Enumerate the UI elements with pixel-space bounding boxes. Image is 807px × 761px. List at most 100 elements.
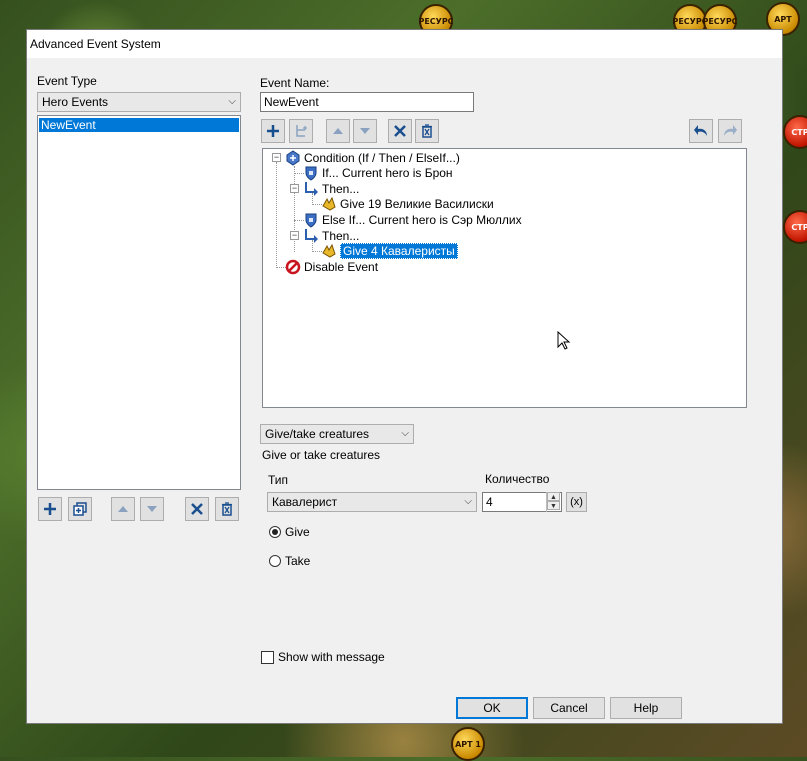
marker-label: РЕСУРС bbox=[418, 16, 454, 26]
radio-dot bbox=[269, 526, 281, 538]
help-label: Help bbox=[633, 701, 659, 715]
take-radio[interactable]: Take bbox=[269, 554, 310, 568]
action-type-select[interactable]: Give/take creatures ⌵ bbox=[260, 424, 414, 444]
tree-node-condition[interactable]: Condition (If / Then / ElseIf...) bbox=[285, 150, 460, 166]
arrow-up-icon bbox=[333, 128, 343, 134]
add-event-button[interactable] bbox=[38, 497, 62, 521]
radio-dot bbox=[269, 555, 281, 567]
checkbox-box bbox=[261, 650, 274, 664]
creature-icon bbox=[321, 196, 337, 212]
node-label: Else If... Current hero is Сэр Мюллих bbox=[322, 213, 522, 227]
tree-guide bbox=[276, 162, 277, 268]
cancel-button[interactable]: Cancel bbox=[533, 697, 605, 719]
action-up-button[interactable] bbox=[326, 119, 350, 143]
advanced-event-dialog: Advanced Event System Event Type Hero Ev… bbox=[26, 29, 783, 724]
plus-icon bbox=[267, 125, 279, 137]
dialog-title: Advanced Event System bbox=[30, 37, 161, 51]
node-label: Then... bbox=[322, 182, 360, 196]
event-type-select[interactable]: Hero Events ⌵ bbox=[37, 92, 241, 112]
checkbox-label: Show with message bbox=[278, 650, 385, 664]
tree-node-then[interactable]: Then... bbox=[303, 181, 359, 197]
list-item[interactable]: NewEvent bbox=[39, 118, 239, 132]
structure-marker: СТР bbox=[783, 210, 807, 244]
spin-up[interactable]: ▲ bbox=[547, 492, 560, 501]
tree-node-elseif[interactable]: Else If... Current hero is Сэр Мюллих bbox=[303, 212, 522, 228]
event-type-value: Hero Events bbox=[42, 95, 109, 109]
action-tree[interactable]: − − − Condition (If / Then / ElseIf...) … bbox=[262, 148, 747, 408]
radio-label: Give bbox=[285, 525, 310, 539]
node-label: Disable Event bbox=[304, 260, 379, 274]
node-label: Give 19 Великие Василиски bbox=[340, 197, 494, 211]
type-label: Тип bbox=[268, 473, 289, 487]
node-label: Then... bbox=[322, 229, 360, 243]
creature-icon bbox=[321, 243, 337, 259]
undo-button[interactable] bbox=[689, 119, 713, 143]
move-down-button[interactable] bbox=[140, 497, 164, 521]
node-label: Condition (If / Then / ElseIf...) bbox=[304, 151, 460, 165]
event-name-value: NewEvent bbox=[264, 95, 319, 109]
clear-events-button[interactable] bbox=[215, 497, 239, 521]
tree-node-then[interactable]: Then... bbox=[303, 228, 359, 244]
ok-button[interactable]: OK bbox=[456, 697, 528, 719]
creature-type-select[interactable]: Кавалерист ⌵ bbox=[267, 492, 477, 512]
close-icon bbox=[191, 503, 203, 515]
add-child-button[interactable] bbox=[289, 119, 313, 143]
radio-label: Take bbox=[285, 554, 311, 568]
action-down-button[interactable] bbox=[353, 119, 377, 143]
node-label: If... Current hero is Брон bbox=[322, 166, 453, 180]
give-radio[interactable]: Give bbox=[269, 525, 310, 539]
marker-label: АРТ bbox=[774, 14, 792, 24]
help-button[interactable]: Help bbox=[610, 697, 682, 719]
trash-icon bbox=[222, 502, 232, 516]
arrow-down-icon bbox=[147, 506, 157, 512]
collapse-toggle[interactable]: − bbox=[272, 153, 281, 162]
marker-label: АРТ 1 bbox=[455, 739, 481, 749]
expression-button[interactable]: (x) bbox=[566, 492, 587, 512]
event-name-input[interactable]: NewEvent bbox=[260, 92, 474, 112]
delete-action-button[interactable] bbox=[388, 119, 412, 143]
ok-label: OK bbox=[483, 701, 501, 715]
action-type-value: Give/take creatures bbox=[265, 427, 370, 441]
duplicate-event-button[interactable] bbox=[68, 497, 92, 521]
duplicate-icon bbox=[73, 502, 87, 516]
event-list[interactable]: NewEvent bbox=[37, 115, 241, 490]
delete-event-button[interactable] bbox=[185, 497, 209, 521]
chevron-down-icon: ⌵ bbox=[228, 96, 236, 107]
show-message-checkbox[interactable]: Show with message bbox=[261, 650, 385, 664]
event-type-label: Event Type bbox=[37, 74, 97, 88]
creature-type-value: Кавалерист bbox=[272, 495, 338, 509]
condition-icon bbox=[285, 150, 301, 166]
hero-shield-icon bbox=[303, 212, 319, 228]
marker-label: СТР bbox=[791, 222, 807, 232]
clear-actions-button[interactable] bbox=[415, 119, 439, 143]
quantity-value: 4 bbox=[486, 495, 493, 509]
add-action-button[interactable] bbox=[261, 119, 285, 143]
mouse-cursor-icon bbox=[557, 331, 571, 350]
move-up-button[interactable] bbox=[111, 497, 135, 521]
close-icon bbox=[394, 125, 406, 137]
tree-node-disable[interactable]: Disable Event bbox=[285, 259, 378, 275]
tree-node-give-selected[interactable]: Give 4 Кавалеристы bbox=[321, 243, 458, 259]
structure-marker: СТР bbox=[783, 115, 807, 149]
undo-icon bbox=[694, 125, 707, 136]
marker-label: РЕСУРС bbox=[702, 16, 738, 26]
tree-node-give[interactable]: Give 19 Великие Василиски bbox=[321, 196, 494, 212]
event-name-label: Event Name: bbox=[260, 76, 330, 90]
artifact-marker: АРТ 1 bbox=[451, 727, 485, 761]
collapse-toggle[interactable]: − bbox=[290, 184, 299, 193]
collapse-toggle[interactable]: − bbox=[290, 231, 299, 240]
spin-down[interactable]: ▼ bbox=[547, 501, 560, 510]
plus-icon bbox=[44, 503, 56, 515]
tree-indent-icon bbox=[296, 125, 307, 137]
hero-shield-icon bbox=[303, 165, 319, 181]
cancel-label: Cancel bbox=[550, 701, 588, 715]
marker-label: СТР bbox=[791, 127, 807, 137]
chevron-down-icon: ⌵ bbox=[401, 428, 409, 439]
quantity-stepper[interactable]: ▲ ▼ bbox=[546, 492, 560, 512]
redo-icon bbox=[724, 125, 737, 136]
redo-button[interactable] bbox=[718, 119, 742, 143]
title-bar: Advanced Event System bbox=[27, 30, 782, 58]
expression-label: (x) bbox=[570, 496, 583, 508]
tree-node-if[interactable]: If... Current hero is Брон bbox=[303, 165, 453, 181]
node-label: Give 4 Кавалеристы bbox=[340, 243, 458, 259]
